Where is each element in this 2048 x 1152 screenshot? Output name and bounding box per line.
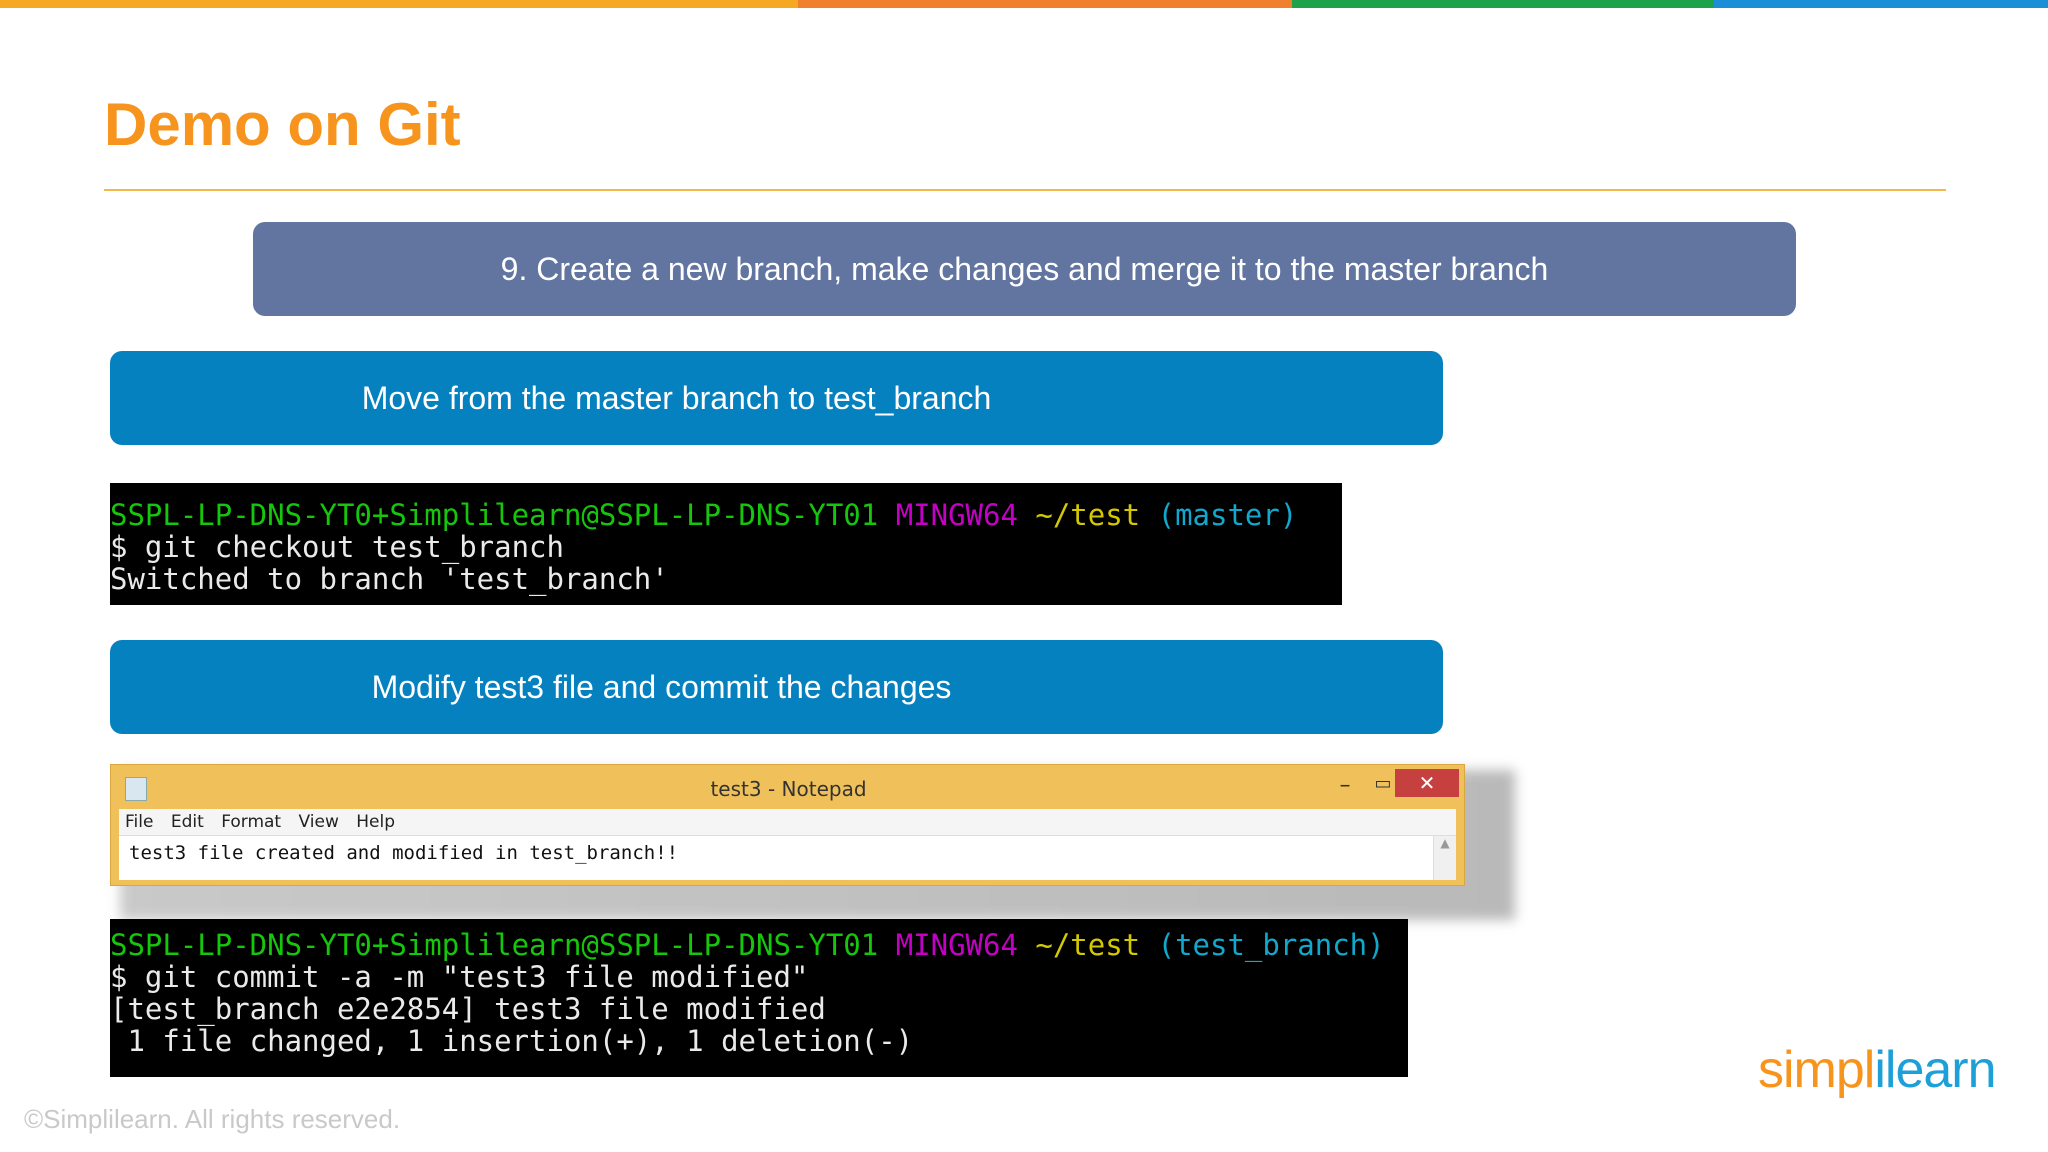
menu-edit[interactable]: Edit: [171, 809, 204, 835]
menu-format[interactable]: Format: [221, 809, 281, 835]
topbar-segment-red: [798, 0, 1292, 8]
substep-banner-1: Move from the master branch to test_bran…: [110, 351, 1443, 445]
title-divider: [104, 189, 1946, 191]
scrollbar[interactable]: ▲: [1433, 836, 1456, 880]
close-icon[interactable]: ✕: [1395, 769, 1459, 797]
substep-2-text: Modify test3 file and commit the changes: [371, 668, 952, 705]
prompt-user: SSPL-LP-DNS-YT0+Simplilearn@SSPL-LP-DNS-…: [110, 928, 879, 962]
terminal-line: 1 file changed, 1 insertion(+), 1 deleti…: [110, 1024, 914, 1058]
topbar-segment-orange: [0, 0, 798, 8]
prompt-path: ~/test: [1035, 928, 1141, 962]
logo-part-c: learn: [1884, 1041, 1997, 1099]
copyright-text: ©Simplilearn. All rights reserved.: [24, 1104, 401, 1134]
terminal-2: SSPL-LP-DNS-YT0+Simplilearn@SSPL-LP-DNS-…: [110, 919, 1408, 1077]
menu-file[interactable]: File: [125, 809, 153, 835]
slide-title: Demo on Git: [104, 91, 461, 158]
step-banner: 9. Create a new branch, make changes and…: [253, 222, 1796, 316]
minimize-icon[interactable]: –: [1329, 773, 1361, 799]
terminal-1: SSPL-LP-DNS-YT0+Simplilearn@SSPL-LP-DNS-…: [110, 483, 1342, 605]
terminal-line: $ git commit -a -m "test3 file modified": [110, 960, 809, 994]
simplilearn-logo: simplilearn: [1758, 1040, 1997, 1100]
menu-view[interactable]: View: [299, 809, 339, 835]
prompt-branch: (test_branch): [1157, 928, 1385, 962]
topbar-segment-blue: [1714, 0, 2048, 8]
logo-part-b: i: [1874, 1041, 1886, 1099]
notepad-title: test3 - Notepad: [710, 777, 867, 801]
top-color-bar: [0, 0, 2048, 8]
notepad-menubar: File Edit Format View Help: [119, 809, 1456, 836]
logo-part-a: simpl: [1758, 1041, 1875, 1099]
prompt-env: MINGW64: [895, 498, 1018, 532]
topbar-segment-green: [1292, 0, 1714, 8]
notepad-window: test3 - Notepad – ▭ ✕ File Edit Format V…: [110, 764, 1465, 886]
prompt-user: SSPL-LP-DNS-YT0+Simplilearn@SSPL-LP-DNS-…: [110, 498, 879, 532]
notepad-text-area[interactable]: test3 file created and modified in test_…: [119, 836, 1456, 880]
terminal-line: Switched to branch 'test_branch': [110, 562, 669, 596]
step-text: 9. Create a new branch, make changes and…: [500, 250, 1549, 287]
prompt-path: ~/test: [1035, 498, 1141, 532]
prompt-branch: (master): [1157, 498, 1298, 532]
substep-banner-2: Modify test3 file and commit the changes: [110, 640, 1443, 734]
notepad-content: test3 file created and modified in test_…: [129, 842, 679, 864]
prompt-env: MINGW64: [895, 928, 1018, 962]
terminal-line: [test_branch e2e2854] test3 file modifie…: [110, 992, 826, 1026]
menu-help[interactable]: Help: [356, 809, 395, 835]
substep-1-text: Move from the master branch to test_bran…: [361, 379, 992, 416]
terminal-line: $ git checkout test_branch: [110, 530, 564, 564]
